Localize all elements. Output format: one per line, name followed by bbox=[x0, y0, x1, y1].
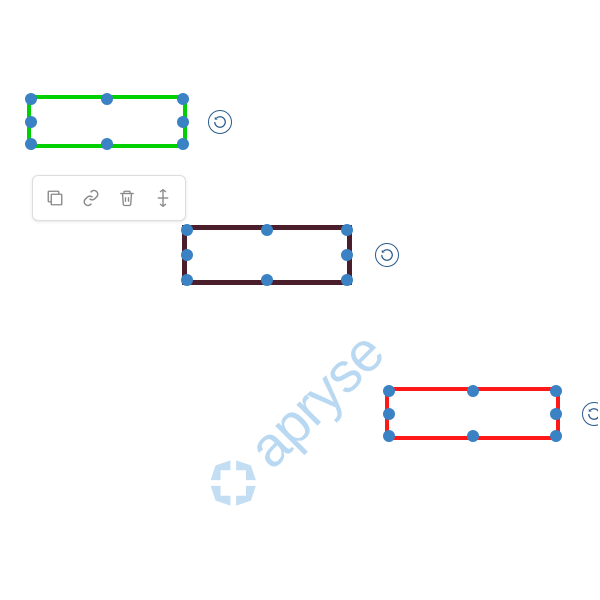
resize-handle-sw[interactable] bbox=[383, 430, 395, 442]
resize-handle-ne[interactable] bbox=[341, 224, 353, 236]
rotate-button[interactable] bbox=[582, 402, 600, 426]
link-icon bbox=[82, 189, 100, 207]
resize-handle-ne[interactable] bbox=[177, 93, 189, 105]
resize-handle-w[interactable] bbox=[383, 408, 395, 420]
resize-handle-se[interactable] bbox=[177, 138, 189, 150]
resize-handle-s[interactable] bbox=[261, 274, 273, 286]
resize-handle-ne[interactable] bbox=[550, 385, 562, 397]
resize-handle-n[interactable] bbox=[261, 224, 273, 236]
resize-handle-w[interactable] bbox=[25, 116, 37, 128]
delete-button[interactable] bbox=[109, 180, 145, 216]
resize-handle-se[interactable] bbox=[341, 274, 353, 286]
resize-handle-w[interactable] bbox=[181, 249, 193, 261]
watermark: apryse bbox=[190, 320, 396, 526]
rotate-button[interactable] bbox=[375, 243, 399, 267]
resize-handle-s[interactable] bbox=[467, 430, 479, 442]
resize-handle-n[interactable] bbox=[101, 93, 113, 105]
watermark-text: apryse bbox=[235, 320, 396, 481]
annotation-rect-darkred[interactable] bbox=[182, 225, 352, 285]
resize-handle-e[interactable] bbox=[177, 116, 189, 128]
style-button[interactable] bbox=[37, 180, 73, 216]
rotate-button[interactable] bbox=[208, 110, 232, 134]
watermark-logo-icon bbox=[193, 443, 272, 522]
resize-handle-se[interactable] bbox=[550, 430, 562, 442]
resize-handle-sw[interactable] bbox=[181, 274, 193, 286]
annotation-toolbar bbox=[32, 175, 186, 221]
resize-handle-s[interactable] bbox=[101, 138, 113, 150]
resize-handle-e[interactable] bbox=[341, 249, 353, 261]
annotation-rect-red[interactable] bbox=[385, 387, 560, 440]
delete-icon bbox=[118, 189, 136, 207]
link-button[interactable] bbox=[73, 180, 109, 216]
move-icon bbox=[154, 189, 172, 207]
annotation-rect-green[interactable] bbox=[27, 95, 187, 148]
resize-handle-nw[interactable] bbox=[25, 93, 37, 105]
style-icon bbox=[46, 189, 64, 207]
resize-handle-n[interactable] bbox=[467, 385, 479, 397]
resize-handle-nw[interactable] bbox=[181, 224, 193, 236]
resize-handle-nw[interactable] bbox=[383, 385, 395, 397]
move-button[interactable] bbox=[145, 180, 181, 216]
resize-handle-e[interactable] bbox=[550, 408, 562, 420]
resize-handle-sw[interactable] bbox=[25, 138, 37, 150]
